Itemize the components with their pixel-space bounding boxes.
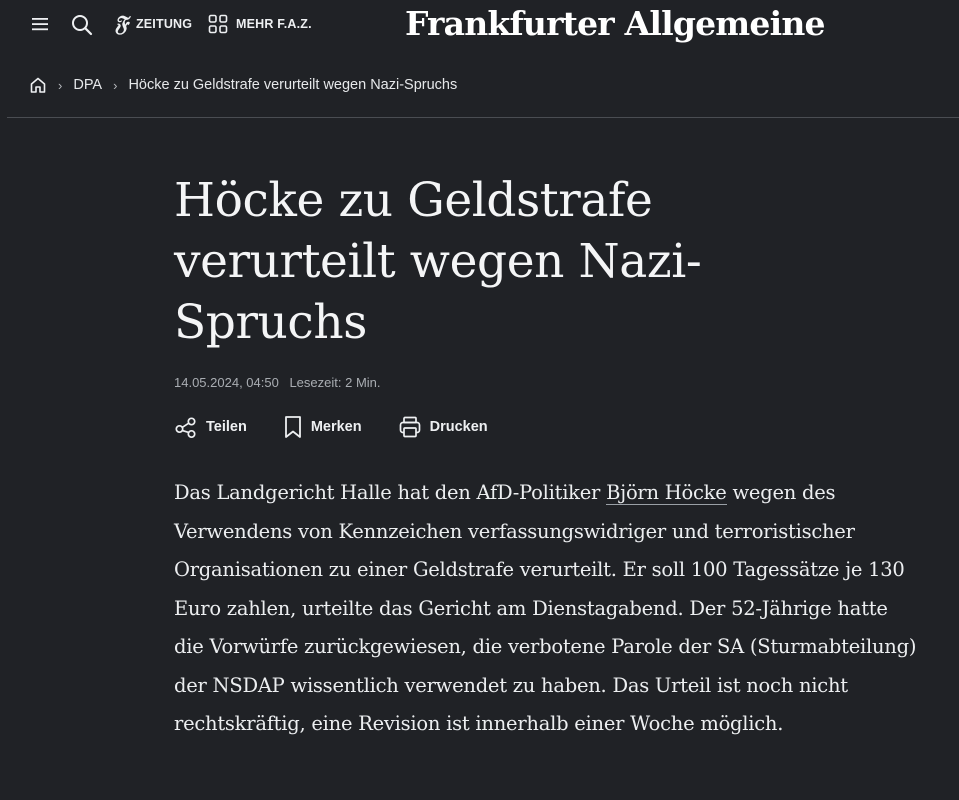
search-icon — [72, 15, 93, 36]
share-icon — [175, 417, 196, 439]
article-lead-paragraph: Das Landgericht Halle hat den AfD-Politi… — [174, 474, 919, 744]
chevron-right-icon: › — [58, 77, 63, 93]
print-button[interactable]: Drucken — [398, 415, 488, 439]
site-logo[interactable]: Frankfurter Allgemeine — [405, 4, 826, 43]
mehr-faz-label: MEHR F.A.Z. — [236, 17, 312, 31]
breadcrumb-item-dpa[interactable]: DPA — [73, 77, 102, 93]
bookmark-button[interactable]: Merken — [283, 415, 362, 439]
search-button[interactable] — [70, 13, 94, 37]
home-icon — [30, 77, 46, 93]
reading-time: Lesezeit: 2 Min. — [289, 375, 381, 390]
top-navigation-bar: 𝔉 ZEITUNG MEHR F.A.Z. Frankfurter Allgem… — [0, 0, 959, 50]
article-date: 14.05.2024, 04:50 — [174, 375, 279, 390]
hamburger-menu-icon — [32, 18, 48, 31]
breadcrumb: › DPA › Höcke zu Geldstrafe verurteilt w… — [7, 57, 959, 118]
article-headline: Höcke zu Geldstrafe verurteilt wegen Naz… — [174, 173, 702, 350]
zeitung-link[interactable]: 𝔉 ZEITUNG — [114, 12, 192, 36]
mehr-faz-link[interactable]: MEHR F.A.Z. — [208, 14, 312, 34]
breadcrumb-item-current: Höcke zu Geldstrafe verurteilt wegen Naz… — [128, 77, 458, 93]
article: Höcke zu Geldstrafe verurteilt wegen Naz… — [174, 170, 934, 763]
link-bjoern-hoecke[interactable]: Björn Höcke — [606, 481, 727, 505]
grid-icon — [208, 14, 228, 34]
lead-text-rest: wegen des Verwendens von Kennzeichen ver… — [174, 481, 917, 735]
chevron-right-icon: › — [113, 77, 118, 93]
article-meta: 14.05.2024, 04:50 Lesezeit: 2 Min. — [174, 375, 934, 390]
share-label: Teilen — [206, 419, 247, 435]
bookmark-label: Merken — [310, 419, 362, 435]
breadcrumb-home[interactable] — [29, 76, 47, 94]
faz-f-logo-icon: 𝔉 — [114, 11, 128, 37]
zeitung-label: ZEITUNG — [135, 17, 193, 31]
lead-text-start: Das Landgericht Halle hat den AfD-Politi… — [174, 481, 607, 504]
print-label: Drucken — [429, 419, 488, 435]
bookmark-icon — [284, 416, 301, 438]
menu-button[interactable] — [30, 14, 50, 34]
share-button[interactable]: Teilen — [174, 415, 247, 439]
article-actions: Teilen Merken Drucken — [174, 415, 934, 439]
printer-icon — [399, 416, 420, 438]
